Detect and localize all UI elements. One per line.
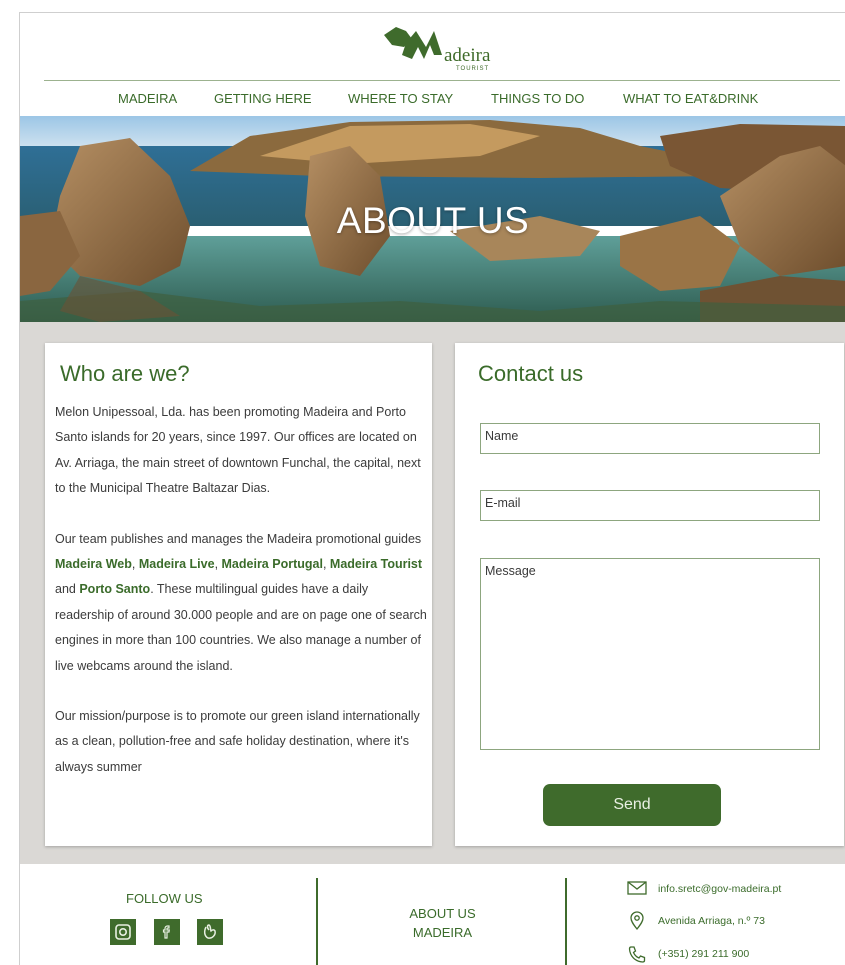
- location-pin-icon: [630, 911, 644, 931]
- footer-address-text: Avenida Arriaga, n.º 73: [658, 915, 765, 927]
- footer-phone-text: (+351) 291 211 900: [658, 948, 750, 960]
- page: adeira TOURIST MADEIRA GETTING HERE WHER…: [19, 12, 845, 965]
- site-header: adeira TOURIST MADEIRA GETTING HERE WHER…: [20, 13, 845, 116]
- footer-about-line-2: MADEIRA: [412, 925, 473, 940]
- content-section: Who are we? Melon Unipessoal, Lda. has b…: [20, 322, 845, 864]
- tripadvisor-icon[interactable]: [197, 919, 223, 945]
- main-nav: MADEIRA GETTING HERE WHERE TO STAY THING…: [20, 91, 845, 111]
- contact-heading: Contact us: [478, 361, 584, 386]
- nav-item-getting-here[interactable]: GETTING HERE: [214, 91, 312, 106]
- site-footer: FOLLOW US ABOUT US MADEIRA info.sretc@go…: [20, 864, 845, 965]
- site-logo[interactable]: adeira TOURIST: [382, 25, 512, 77]
- logo-tagline: TOURIST: [456, 66, 490, 72]
- madeira-leaf-logo-icon: [384, 27, 442, 59]
- guide-separator: ,: [322, 557, 327, 572]
- footer-email-text: info.sretc@gov-madeira.pt: [658, 883, 782, 895]
- guide-madeira-web[interactable]: Madeira Web: [55, 557, 132, 571]
- about-paragraph-3: Our mission/purpose is to promote our gr…: [55, 709, 420, 774]
- email-field[interactable]: E-mail: [480, 490, 820, 521]
- nav-item-things-to-do[interactable]: THINGS TO DO: [491, 91, 584, 106]
- guide-separator: ,: [214, 557, 222, 572]
- nav-item-what-to-eat-drink[interactable]: WHAT TO EAT&DRINK: [623, 91, 758, 106]
- header-divider: [44, 80, 840, 81]
- instagram-icon[interactable]: [110, 919, 136, 945]
- about-paragraph-2: Our team publishes and manages the Madei…: [55, 527, 427, 679]
- guide-porto-santo[interactable]: Porto Santo: [79, 582, 150, 596]
- nav-item-madeira[interactable]: MADEIRA: [118, 91, 177, 106]
- hero-title: ABOUT US: [336, 200, 530, 241]
- envelope-icon: [627, 881, 647, 895]
- guide-separator: and: [55, 582, 80, 597]
- about-paragraph-1: Melon Unipessoal, Lda. has been promotin…: [55, 405, 421, 496]
- nav-item-where-to-stay[interactable]: WHERE TO STAY: [348, 91, 453, 106]
- send-button[interactable]: Send: [543, 784, 721, 826]
- contact-card: Contact us Name E-mail Message Send: [455, 343, 844, 846]
- about-paragraph-2-intro: Our team publishes and manages the Madei…: [55, 531, 422, 546]
- footer-about-line-1: ABOUT US: [409, 906, 476, 921]
- phone-icon: [628, 946, 646, 963]
- footer-divider-1: [316, 878, 318, 965]
- hero-banner: ABOUT US: [20, 116, 845, 322]
- about-text: Melon Unipessoal, Lda. has been promotin…: [55, 400, 427, 805]
- guide-madeira-tourist[interactable]: Madeira Tourist: [330, 557, 422, 571]
- guide-madeira-portugal[interactable]: Madeira Portugal: [222, 557, 323, 571]
- logo-wordmark: adeira: [444, 45, 491, 66]
- message-field[interactable]: Message: [480, 558, 820, 750]
- follow-us-label: FOLLOW US: [126, 891, 203, 906]
- guide-separator: ,: [131, 557, 139, 572]
- about-card: Who are we? Melon Unipessoal, Lda. has b…: [45, 343, 432, 846]
- footer-about-link[interactable]: ABOUT US MADEIRA: [365, 904, 520, 942]
- name-field[interactable]: Name: [480, 423, 820, 454]
- about-heading: Who are we?: [60, 361, 190, 386]
- facebook-icon[interactable]: [154, 919, 180, 945]
- guide-madeira-live[interactable]: Madeira Live: [139, 557, 215, 571]
- footer-divider-2: [565, 878, 567, 965]
